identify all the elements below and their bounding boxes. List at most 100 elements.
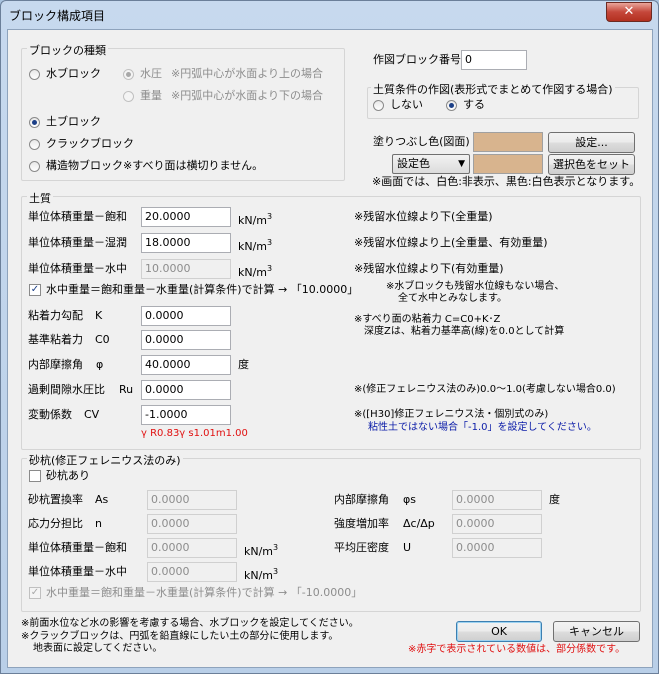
cv-label: 変動係数 xyxy=(28,408,72,421)
wet-weight-note: ※残留水位線より上(全重量、有効重量) xyxy=(354,236,548,249)
soil-cond-legend: 土質条件の作図(表形式でまとめて作図する場合) xyxy=(371,81,615,97)
footer-note-1: ※前面水位など水の影響を考慮する場合、水ブロックを設定してください。 xyxy=(21,618,359,629)
stress-share-symbol: n xyxy=(95,517,102,530)
unit-text: kN/m xyxy=(238,266,268,279)
sand-pile-checkbox[interactable] xyxy=(29,470,41,482)
sand-pile-legend: 砂杭(修正フェレニウス法のみ) xyxy=(27,452,183,468)
replace-ratio-label: 砂杭置換率 xyxy=(28,493,83,506)
soil-block-radio[interactable] xyxy=(29,117,40,128)
soil-legend: 土質 xyxy=(27,190,53,206)
water-pressure-desc: ※円弧中心が水面より上の場合 xyxy=(171,67,323,80)
close-button[interactable]: ✕ xyxy=(606,2,652,22)
no-draw-radio[interactable] xyxy=(373,100,384,111)
stress-share-input[interactable]: 0.0000 xyxy=(147,514,237,534)
adhesion-note-2: 深度Zは、粘着力基準高(線)を0.0として計算 xyxy=(364,326,565,337)
calc-sub-weight-label: 水中重量＝飽和重量－水重量(計算条件)で計算 → 「10.0000」 xyxy=(46,283,359,296)
window-title: ブロック構成項目 xyxy=(9,9,106,23)
cancel-button[interactable]: キャンセル xyxy=(553,621,640,642)
select-color-button[interactable]: 選択色をセット xyxy=(548,154,635,175)
cv-blue-note: 粘性土ではない場合「-1.0」を設定してください。 xyxy=(368,422,597,433)
base-adhesion-symbol: C0 xyxy=(95,333,110,346)
screen-note: ※画面では、白色:非表示、黒色:白色表示となります。 xyxy=(372,175,641,188)
pile-sat-weight-unit: kN/m3 xyxy=(244,541,278,559)
selected-color-swatch xyxy=(473,154,543,174)
calc-note-2: 全て水中とみなします。 xyxy=(398,293,507,304)
structure-block-label: 構造物ブロック xyxy=(46,159,123,172)
cv-input[interactable]: -1.0000 xyxy=(141,405,231,425)
no-draw-label: しない xyxy=(390,98,423,111)
chevron-down-icon: ▼ xyxy=(458,159,465,169)
block-no-input[interactable]: 0 xyxy=(461,50,527,70)
replace-ratio-symbol: As xyxy=(95,493,109,506)
density-input[interactable]: 0.0000 xyxy=(452,538,542,558)
wet-weight-input[interactable]: 18.0000 xyxy=(141,233,231,253)
sat-weight-input[interactable]: 20.0000 xyxy=(141,207,231,227)
adhesion-grad-symbol: K xyxy=(95,309,103,322)
water-pressure-radio[interactable] xyxy=(123,69,134,80)
ru-input[interactable]: 0.0000 xyxy=(141,380,231,400)
replace-ratio-input[interactable]: 0.0000 xyxy=(147,490,237,510)
color-combo[interactable]: 設定色 ▼ xyxy=(392,154,470,174)
unit-text: kN/m xyxy=(244,569,274,582)
draw-radio[interactable] xyxy=(446,100,457,111)
footer-note-3: 地表面に設定してください。 xyxy=(33,643,163,654)
color-combo-value: 設定色 xyxy=(397,157,430,170)
pile-sub-weight-label: 単位体積重量－水中 xyxy=(28,565,127,578)
cv-note: ※([H30]修正フェレニウス法・個別式のみ) xyxy=(354,409,549,420)
base-adhesion-label: 基準粘着力 xyxy=(28,333,83,346)
pile-sat-weight-input[interactable]: 0.0000 xyxy=(147,538,237,558)
strength-symbol: Δc/Δp xyxy=(403,517,435,530)
unit-exp: 3 xyxy=(273,567,279,576)
fill-color-swatch xyxy=(473,132,543,152)
pile-sat-weight-label: 単位体積重量－飽和 xyxy=(28,541,127,554)
weight-label: 重量 xyxy=(140,89,162,102)
title-bar: ブロック構成項目 ✕ xyxy=(1,1,658,29)
wet-weight-unit: kN/m3 xyxy=(238,236,272,254)
friction-input[interactable]: 40.0000 xyxy=(141,355,231,375)
strength-label: 強度増加率 xyxy=(334,517,389,530)
sub-weight-label: 単位体積重量－水中 xyxy=(28,262,127,275)
sand-pile-checkbox-label: 砂杭あり xyxy=(46,469,90,482)
strength-input[interactable]: 0.0000 xyxy=(452,514,542,534)
unit-exp: 3 xyxy=(267,238,273,247)
structure-block-radio[interactable] xyxy=(29,161,40,172)
draw-label: する xyxy=(463,98,485,111)
ru-note: ※(修正フェレニウス法のみ)0.0～1.0(考慮しない場合0.0) xyxy=(354,384,616,395)
partial-factors: γ R0.83γ s1.01m1.00 xyxy=(141,428,248,439)
pile-friction-unit: 度 xyxy=(549,493,560,506)
unit-exp: 3 xyxy=(273,543,279,552)
pile-friction-symbol: φs xyxy=(403,493,416,506)
sat-weight-unit: kN/m3 xyxy=(238,210,272,228)
unit-text: kN/m xyxy=(238,240,268,253)
water-block-label: 水ブロック xyxy=(46,67,101,80)
stress-share-label: 応力分担比 xyxy=(28,517,83,530)
weight-radio[interactable] xyxy=(123,91,134,102)
ok-button[interactable]: OK xyxy=(456,621,542,642)
dialog-client: ブロックの種類 水ブロック 水圧 ※円弧中心が水面より上の場合 重量 ※円弧中心… xyxy=(7,29,653,668)
pile-sub-weight-input[interactable]: 0.0000 xyxy=(147,562,237,582)
adhesion-grad-label: 粘着力勾配 xyxy=(28,309,83,322)
setting-button[interactable]: 設定... xyxy=(548,132,635,153)
friction-label: 内部摩擦角 xyxy=(28,358,83,371)
density-symbol: U xyxy=(403,541,412,554)
dialog-window: ブロック構成項目 ✕ ブロックの種類 水ブロック 水圧 ※円弧中心が水面より上の… xyxy=(0,0,659,674)
base-adhesion-input[interactable]: 0.0000 xyxy=(141,330,231,350)
sub-weight-note: ※残留水位線より下(有効重量) xyxy=(354,262,504,275)
adhesion-grad-input[interactable]: 0.0000 xyxy=(141,306,231,326)
friction-unit: 度 xyxy=(238,358,249,371)
fill-color-label: 塗りつぶし色(図面) xyxy=(373,135,470,148)
density-label: 平均圧密度 xyxy=(334,541,389,554)
pile-friction-input[interactable]: 0.0000 xyxy=(452,490,542,510)
pile-friction-label: 内部摩擦角 xyxy=(334,493,389,506)
calc-sub-weight-checkbox[interactable]: ✓ xyxy=(29,284,41,296)
pile-calc-checkbox[interactable]: ✓ xyxy=(29,587,41,599)
sub-weight-input[interactable]: 10.0000 xyxy=(141,259,231,279)
structure-note: ※すべり面は横切りません。 xyxy=(123,159,264,172)
crack-block-radio[interactable] xyxy=(29,139,40,150)
footer-red-note: ※赤字で表示されている数値は、部分係数です。 xyxy=(408,644,626,655)
ru-label: 過剰間隙水圧比 xyxy=(28,383,105,396)
sub-weight-unit: kN/m3 xyxy=(238,262,272,280)
crack-block-label: クラックブロック xyxy=(46,137,134,150)
water-block-radio[interactable] xyxy=(29,69,40,80)
ru-symbol: Ru xyxy=(119,383,134,396)
